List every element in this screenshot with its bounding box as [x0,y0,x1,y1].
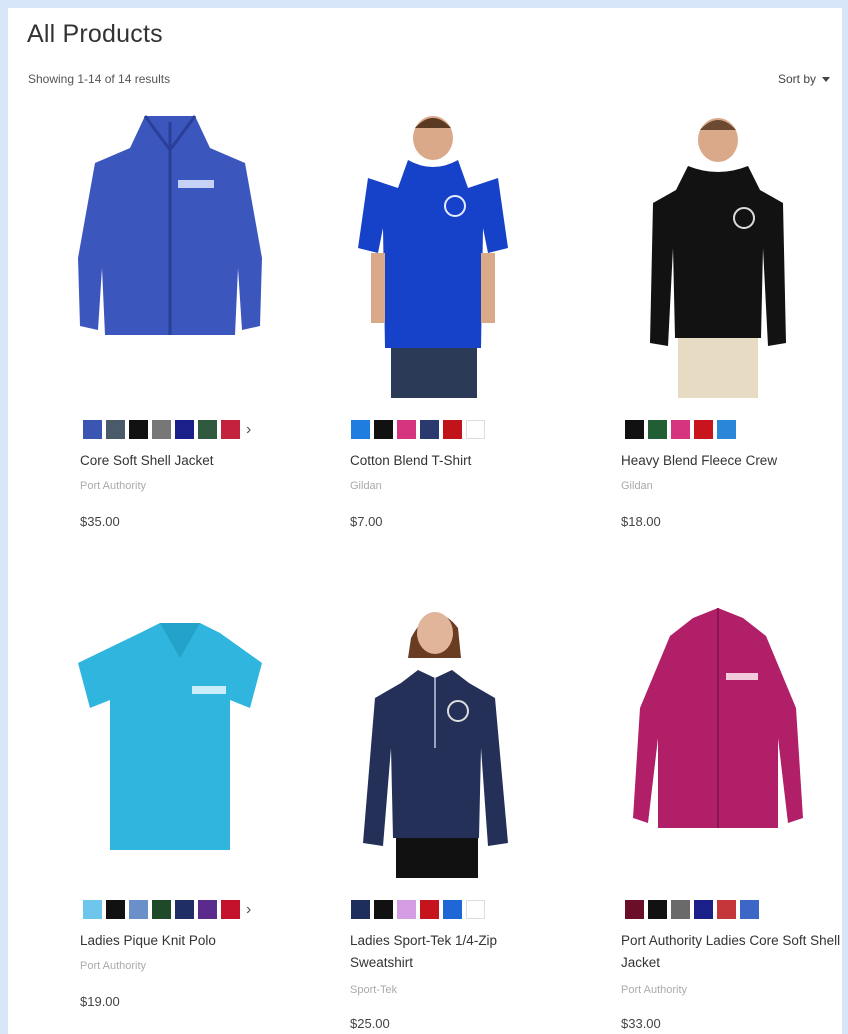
color-swatch[interactable] [175,420,194,439]
color-swatch[interactable] [221,900,240,919]
product-name[interactable]: Heavy Blend Fleece Crew [621,450,842,472]
color-swatch[interactable] [129,420,148,439]
color-swatches: › [83,900,251,919]
product-price: $35.00 [80,514,120,529]
product-name[interactable]: Ladies Sport-Tek 1/4-Zip Sweatshirt [350,930,550,974]
color-swatches [351,420,485,439]
color-swatch[interactable] [420,420,439,439]
color-swatch[interactable] [443,900,462,919]
color-swatch[interactable] [443,420,462,439]
color-swatch[interactable] [740,900,759,919]
color-swatches [625,900,759,919]
product-image[interactable] [323,108,563,398]
color-swatch[interactable] [198,900,217,919]
product-price: $33.00 [621,1016,661,1031]
color-swatch[interactable] [717,900,736,919]
product-brand: Gildan [350,480,382,492]
color-swatch[interactable] [694,420,713,439]
product-brand: Port Authority [80,480,147,492]
sort-by-dropdown[interactable]: Sort by [778,72,830,86]
product-brand: Port Authority [621,984,688,996]
color-swatch[interactable] [351,900,370,919]
color-swatch[interactable] [466,420,485,439]
color-swatch[interactable] [83,900,102,919]
color-swatches [625,420,736,439]
product-price: $18.00 [621,514,661,529]
sort-by-label: Sort by [777,72,816,86]
product-brand: Port Authority [80,960,147,972]
product-price: $19.00 [80,994,120,1009]
color-swatch[interactable] [129,900,148,919]
caret-down-icon [822,76,830,82]
color-swatch[interactable] [351,420,370,439]
page-title: All Products [27,20,163,48]
color-swatch[interactable] [175,900,194,919]
color-swatch[interactable] [671,900,690,919]
product-price: $7.00 [350,514,383,529]
color-swatch[interactable] [374,420,393,439]
color-swatch[interactable] [466,900,485,919]
color-swatch[interactable] [420,900,439,919]
color-swatch[interactable] [221,420,240,439]
color-swatch[interactable] [397,900,416,919]
product-image[interactable] [50,108,290,398]
product-brand: Sport-Tek [350,984,398,996]
color-swatch[interactable] [83,420,102,439]
color-swatch[interactable] [625,900,644,919]
color-swatch[interactable] [152,900,171,919]
color-swatch[interactable] [152,420,171,439]
chevron-right-icon[interactable]: › [246,900,251,919]
color-swatch[interactable] [625,420,644,439]
color-swatch[interactable] [106,420,125,439]
color-swatch[interactable] [648,900,667,919]
color-swatch[interactable] [671,420,690,439]
color-swatch[interactable] [694,900,713,919]
color-swatches: › [83,420,251,439]
product-image[interactable] [50,588,290,878]
product-name[interactable]: Port Authority Ladies Core Soft Shell Ja… [621,930,841,974]
product-name[interactable]: Ladies Pique Knit Polo [80,930,310,952]
color-swatch[interactable] [374,900,393,919]
color-swatch[interactable] [106,900,125,919]
chevron-right-icon[interactable]: › [246,420,251,439]
product-name[interactable]: Cotton Blend T-Shirt [350,450,580,472]
product-brand: Gildan [621,480,653,492]
product-name[interactable]: Core Soft Shell Jacket [80,450,310,472]
color-swatch[interactable] [717,420,736,439]
product-image[interactable] [323,588,563,878]
color-swatch[interactable] [397,420,416,439]
product-image[interactable] [598,108,838,398]
results-count: Showing 1-14 of 14 results [28,72,171,86]
color-swatch[interactable] [648,420,667,439]
product-listing-panel: All Products Showing 1-14 of 14 results … [8,8,842,1034]
product-price: $25.00 [350,1016,390,1031]
product-image[interactable] [598,588,838,878]
color-swatches [351,900,485,919]
color-swatch[interactable] [198,420,217,439]
